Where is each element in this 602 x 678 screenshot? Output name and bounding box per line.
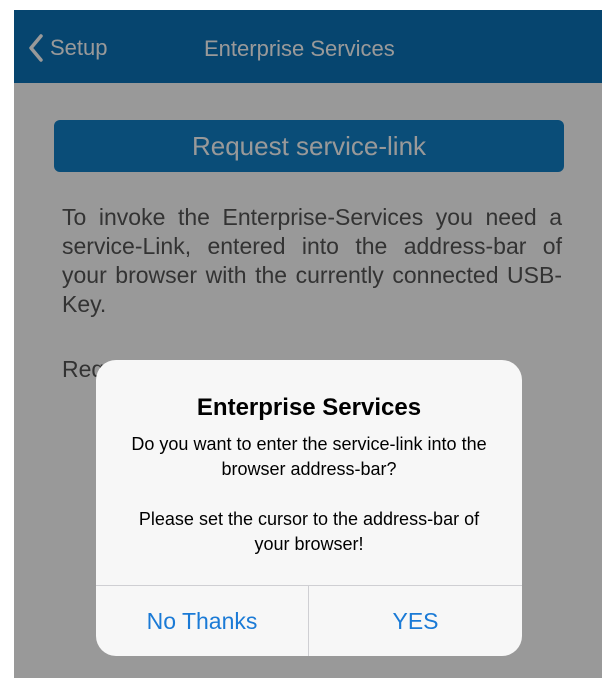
yes-button[interactable]: YES xyxy=(309,586,522,656)
alert-message: Do you want to enter the service-link in… xyxy=(120,432,498,557)
app-screen: Setup Enterprise Services Request servic… xyxy=(14,10,602,678)
alert-title: Enterprise Services xyxy=(196,394,422,421)
alert-message-instruction: Please set the cursor to the address-bar… xyxy=(138,509,480,554)
alert-message-question: Do you want to enter the service-link in… xyxy=(131,434,487,479)
alert-dialog: Enterprise Services Do you want to enter… xyxy=(96,360,522,656)
no-thanks-button[interactable]: No Thanks xyxy=(96,586,308,656)
